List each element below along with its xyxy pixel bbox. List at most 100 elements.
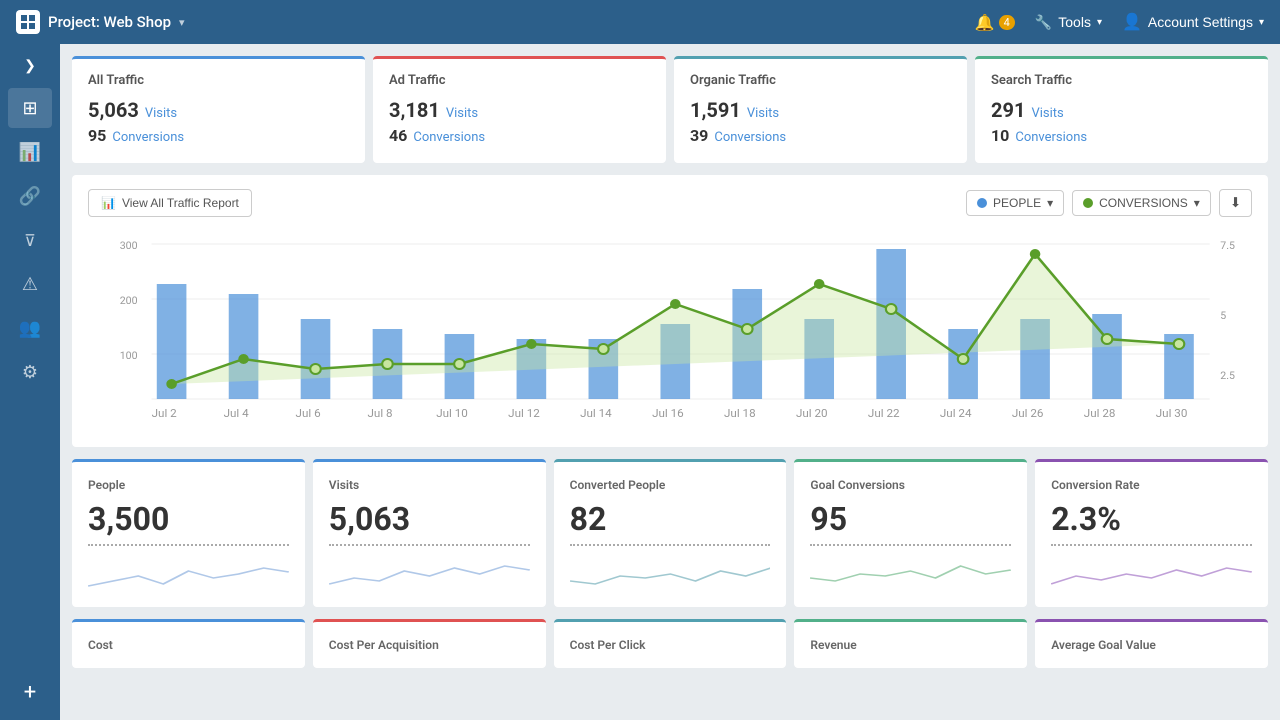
- rate-sparkline: [1051, 556, 1252, 591]
- main-content: All Traffic 5,063 Visits 95 Conversions …: [60, 44, 1280, 720]
- avg-goal-value-card: Average Goal Value: [1035, 619, 1268, 668]
- converted-people-card: Converted People 82: [554, 459, 787, 607]
- ad-traffic-conv-label: Conversions: [413, 130, 485, 145]
- people-chevron: ▾: [1047, 196, 1053, 210]
- svg-text:100: 100: [120, 349, 138, 362]
- project-name: Project: Web Shop: [48, 13, 171, 31]
- people-card-title: People: [88, 478, 289, 492]
- people-dot: [977, 198, 987, 208]
- ad-traffic-title: Ad Traffic: [389, 73, 650, 88]
- chart-header-right: PEOPLE ▾ CONVERSIONS ▾ ⬇: [966, 189, 1252, 217]
- search-traffic-card: Search Traffic 291 Visits 10 Conversions: [975, 56, 1268, 163]
- goals-sparkline: [810, 556, 1011, 591]
- account-arrow: ▾: [1259, 17, 1264, 28]
- view-report-button[interactable]: 📊 View All Traffic Report: [88, 189, 252, 217]
- search-traffic-visits-num: 291: [991, 98, 1025, 122]
- sidebar-item-chart[interactable]: 📊: [8, 132, 52, 172]
- organic-traffic-conv-label: Conversions: [714, 130, 786, 145]
- bottom-cards-row: Cost Cost Per Acquisition Cost Per Click…: [72, 619, 1268, 668]
- conversions-dot: [1083, 198, 1093, 208]
- all-traffic-conv-label: Conversions: [112, 130, 184, 145]
- svg-text:Jul 30: Jul 30: [1156, 406, 1188, 420]
- all-traffic-conversions: 95 Conversions: [88, 126, 349, 145]
- sidebar-expand-button[interactable]: ❯: [0, 52, 60, 80]
- filter-icon: ⊽: [24, 231, 36, 250]
- svg-text:5: 5: [1220, 309, 1226, 322]
- svg-text:Jul 12: Jul 12: [508, 406, 540, 420]
- sidebar: ❯ ⊞ 📊 🔗 ⊽ ⚠ 👥 ⚙ +: [0, 44, 60, 720]
- people-sparkline: [88, 556, 289, 591]
- svg-text:Jul 20: Jul 20: [796, 406, 828, 420]
- sidebar-item-settings[interactable]: ⚙: [8, 352, 52, 392]
- svg-text:Jul 26: Jul 26: [1012, 406, 1044, 420]
- svg-text:7.5: 7.5: [1220, 239, 1235, 252]
- tools-button[interactable]: 🔧 Tools ▾: [1035, 14, 1102, 31]
- svg-text:Jul 6: Jul 6: [296, 406, 321, 420]
- cost-title: Cost: [88, 638, 289, 652]
- svg-text:Jul 28: Jul 28: [1084, 406, 1116, 420]
- organic-traffic-visits-label: Visits: [747, 106, 779, 121]
- svg-text:Jul 10: Jul 10: [436, 406, 468, 420]
- cost-per-click-card: Cost Per Click: [554, 619, 787, 668]
- notifications-area[interactable]: 🔔 4: [975, 13, 1015, 32]
- conversion-rate-value: 2.3%: [1051, 500, 1252, 546]
- organic-traffic-visits-num: 1,591: [690, 98, 741, 122]
- organic-traffic-visits: 1,591 Visits: [690, 98, 951, 122]
- cost-card: Cost: [72, 619, 305, 668]
- all-traffic-card: All Traffic 5,063 Visits 95 Conversions: [72, 56, 365, 163]
- main-chart: 300 200 100 7.5 5 2.5: [88, 229, 1252, 429]
- svg-text:2.5: 2.5: [1220, 369, 1235, 382]
- notification-badge: 4: [999, 15, 1015, 30]
- conversion-rate-card: Conversion Rate 2.3%: [1035, 459, 1268, 607]
- brand-icon: [16, 10, 40, 34]
- bell-icon: 🔔: [975, 13, 995, 32]
- people-card-value: 3,500: [88, 500, 289, 546]
- conversion-rate-title: Conversion Rate: [1051, 478, 1252, 492]
- svg-text:Jul 2: Jul 2: [152, 406, 177, 420]
- search-traffic-conv-label: Conversions: [1015, 130, 1087, 145]
- top-navigation: Project: Web Shop ▾ 🔔 4 🔧 Tools ▾ 👤 Acco…: [0, 0, 1280, 44]
- svg-text:Jul 4: Jul 4: [224, 406, 250, 420]
- goal-conversions-card: Goal Conversions 95: [794, 459, 1027, 607]
- sidebar-item-users[interactable]: 👥: [8, 308, 52, 348]
- sidebar-item-dashboard[interactable]: ⊞: [8, 88, 52, 128]
- sidebar-add-button[interactable]: +: [8, 672, 52, 712]
- all-traffic-visits: 5,063 Visits: [88, 98, 349, 122]
- svg-text:Jul 16: Jul 16: [652, 406, 684, 420]
- sidebar-item-links[interactable]: 🔗: [8, 176, 52, 216]
- svg-text:200: 200: [120, 294, 138, 307]
- search-traffic-visits-label: Visits: [1031, 106, 1063, 121]
- download-icon: ⬇: [1230, 195, 1241, 210]
- people-label: PEOPLE: [993, 196, 1041, 210]
- brand-area[interactable]: Project: Web Shop ▾: [16, 10, 975, 34]
- conversions-dropdown[interactable]: CONVERSIONS ▾: [1072, 190, 1211, 216]
- ad-traffic-visits: 3,181 Visits: [389, 98, 650, 122]
- expand-icon: ❯: [24, 58, 36, 74]
- conversions-label: CONVERSIONS: [1099, 196, 1188, 210]
- ad-traffic-card: Ad Traffic 3,181 Visits 46 Conversions: [373, 56, 666, 163]
- svg-text:Jul 8: Jul 8: [368, 406, 393, 420]
- metric-cards-row: People 3,500 Visits 5,063 Converted Peop…: [72, 459, 1268, 607]
- goal-conversions-title: Goal Conversions: [810, 478, 1011, 492]
- cost-per-acquisition-card: Cost Per Acquisition: [313, 619, 546, 668]
- view-report-label: View All Traffic Report: [122, 196, 239, 210]
- organic-traffic-title: Organic Traffic: [690, 73, 951, 88]
- all-traffic-conv-num: 95: [88, 126, 106, 145]
- download-button[interactable]: ⬇: [1219, 189, 1252, 217]
- svg-text:Jul 24: Jul 24: [940, 406, 972, 420]
- visits-metric-card: Visits 5,063: [313, 459, 546, 607]
- people-dropdown[interactable]: PEOPLE ▾: [966, 190, 1064, 216]
- organic-traffic-conversions: 39 Conversions: [690, 126, 951, 145]
- account-label: Account Settings: [1148, 14, 1253, 30]
- chart-section: 📊 View All Traffic Report PEOPLE ▾ CONVE…: [72, 175, 1268, 447]
- revenue-card: Revenue: [794, 619, 1027, 668]
- svg-text:Jul 14: Jul 14: [580, 406, 612, 420]
- account-button[interactable]: 👤 Account Settings ▾: [1122, 12, 1264, 32]
- gear-icon: ⚙: [22, 362, 38, 383]
- cost-per-click-title: Cost Per Click: [570, 638, 771, 652]
- tools-arrow: ▾: [1097, 17, 1102, 28]
- sidebar-item-filter[interactable]: ⊽: [8, 220, 52, 260]
- plus-icon: +: [24, 680, 36, 705]
- sidebar-item-warnings[interactable]: ⚠: [8, 264, 52, 304]
- all-traffic-visits-num: 5,063: [88, 98, 139, 122]
